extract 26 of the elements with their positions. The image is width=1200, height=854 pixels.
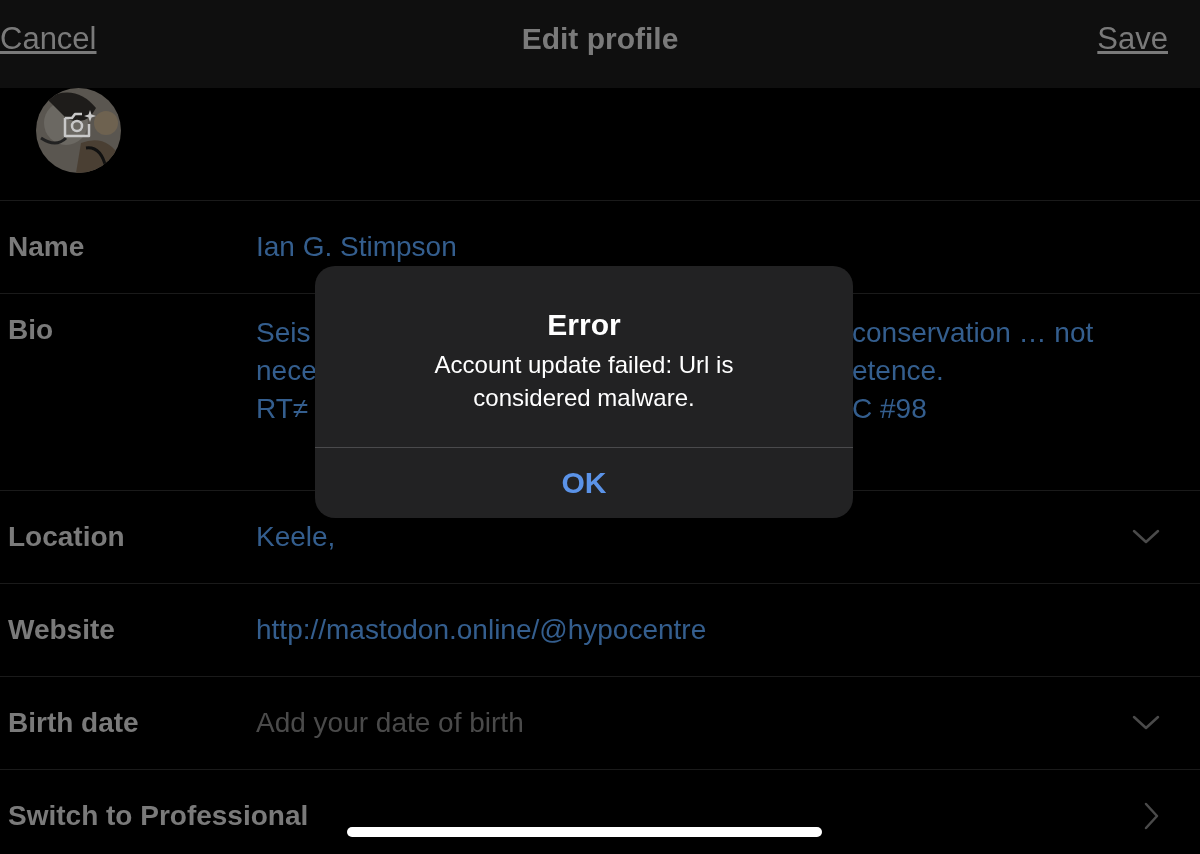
chevron-down-icon <box>1132 529 1160 545</box>
bio-text: Seis <box>256 316 311 350</box>
save-button[interactable]: Save <box>1097 21 1168 57</box>
chevron-down-icon <box>1132 715 1160 731</box>
bio-text: conservation … not <box>852 316 1094 350</box>
ok-button[interactable]: OK <box>315 448 853 518</box>
field-label: Birth date <box>8 707 140 739</box>
chevron-right-icon <box>1144 802 1160 830</box>
bio-text: etence. <box>852 354 944 388</box>
field-placeholder[interactable]: Add your date of birth <box>256 707 1132 739</box>
field-label: Location <box>8 521 126 553</box>
camera-icon[interactable] <box>62 110 96 140</box>
field-label: Website <box>8 614 116 646</box>
field-value[interactable]: Ian G. Stimpson <box>256 231 1160 263</box>
field-label: Bio <box>8 314 55 346</box>
page-title: Edit profile <box>521 22 679 56</box>
field-value[interactable]: http://mastodon.online/@hypocentre <box>256 614 1160 646</box>
dialog-message: Account update failed: Url is considered malware. <box>433 350 735 413</box>
bio-text: nece <box>256 354 317 388</box>
field-value[interactable]: Keele, <box>256 521 1132 553</box>
cancel-button[interactable]: Cancel <box>0 21 97 57</box>
bio-text: C #98 <box>852 392 927 426</box>
dialog-title: Error <box>547 308 621 342</box>
field-label: Name <box>8 231 86 263</box>
switch-professional-link[interactable]: Switch to Professional <box>8 800 1144 832</box>
bio-text: RT≠ <box>256 392 309 426</box>
